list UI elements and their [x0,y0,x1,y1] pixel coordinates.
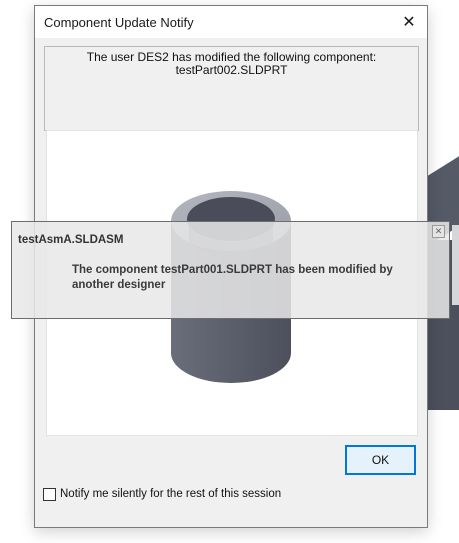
dialog-title: Component Update Notify [44,15,194,30]
notify-silently-label: Notify me silently for the rest of this … [60,488,282,500]
message-component-name: testPart002.SLDPRT [175,63,288,77]
popup-title: testAsmA.SLDASM [18,234,124,246]
dialog-titlebar: Component Update Notify ✕ [35,6,427,38]
popup-message: The component testPart001.SLDPRT has bee… [72,264,393,291]
close-icon: ✕ [402,14,416,31]
notify-silently-checkbox[interactable] [43,487,56,501]
notify-silently-option[interactable]: Notify me silently for the rest of this … [43,486,281,502]
close-button[interactable]: ✕ [391,6,427,38]
background-part-edge [452,225,459,305]
modification-notification-popup: testAsmA.SLDASM ✕ The component testPart… [11,221,450,319]
message-box: The user DES2 has modified the following… [44,46,419,131]
ok-button[interactable]: OK [345,445,416,475]
popup-close-button[interactable]: ✕ [432,225,445,238]
close-icon: ✕ [434,226,443,236]
